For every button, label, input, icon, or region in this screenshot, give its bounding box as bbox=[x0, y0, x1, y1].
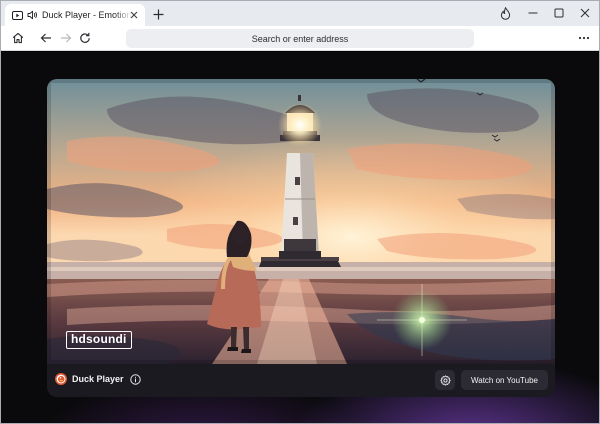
close-icon[interactable] bbox=[128, 9, 140, 21]
fire-icon[interactable] bbox=[497, 6, 513, 20]
window-close-icon[interactable] bbox=[577, 6, 593, 20]
duck-player-page: hdsoundi Duck Player Watch on YouTube bbox=[1, 52, 599, 423]
tab-bar: Duck Player - Emotional Cinematic bbox=[1, 1, 599, 26]
player-controls: Duck Player Watch on YouTube bbox=[47, 364, 555, 397]
more-horizontal-icon[interactable] bbox=[576, 30, 592, 46]
browser-window: Duck Player - Emotional Cinematic bbox=[0, 0, 600, 424]
reload-icon[interactable] bbox=[77, 30, 93, 46]
minimize-icon[interactable] bbox=[525, 6, 541, 20]
arrow-right-icon[interactable] bbox=[58, 30, 74, 46]
plus-icon[interactable] bbox=[151, 7, 165, 21]
duck-player-brand: Duck Player bbox=[55, 373, 141, 385]
watch-on-youtube-button[interactable]: Watch on YouTube bbox=[461, 370, 548, 390]
home-icon[interactable] bbox=[10, 30, 26, 46]
maximize-icon[interactable] bbox=[551, 6, 567, 20]
play-icon bbox=[11, 9, 23, 21]
arrow-left-icon[interactable] bbox=[38, 30, 54, 46]
navigation-bar: Search or enter address bbox=[1, 26, 599, 51]
info-icon[interactable] bbox=[129, 373, 141, 385]
video-player: hdsoundi Duck Player Watch on YouTube bbox=[47, 79, 555, 397]
speaker-icon[interactable] bbox=[26, 9, 38, 21]
address-placeholder: Search or enter address bbox=[251, 33, 349, 44]
video-frame[interactable] bbox=[47, 79, 555, 364]
tab-title: Duck Player - Emotional Cinematic bbox=[42, 10, 132, 20]
tab-duck-player[interactable]: Duck Player - Emotional Cinematic bbox=[5, 4, 145, 26]
settings-button[interactable] bbox=[435, 370, 455, 390]
video-watermark: hdsoundi bbox=[66, 331, 132, 349]
duckduckgo-logo-icon bbox=[55, 373, 67, 385]
duck-player-label: Duck Player bbox=[72, 374, 124, 384]
address-bar[interactable]: Search or enter address bbox=[126, 29, 474, 48]
gear-icon bbox=[439, 374, 451, 386]
